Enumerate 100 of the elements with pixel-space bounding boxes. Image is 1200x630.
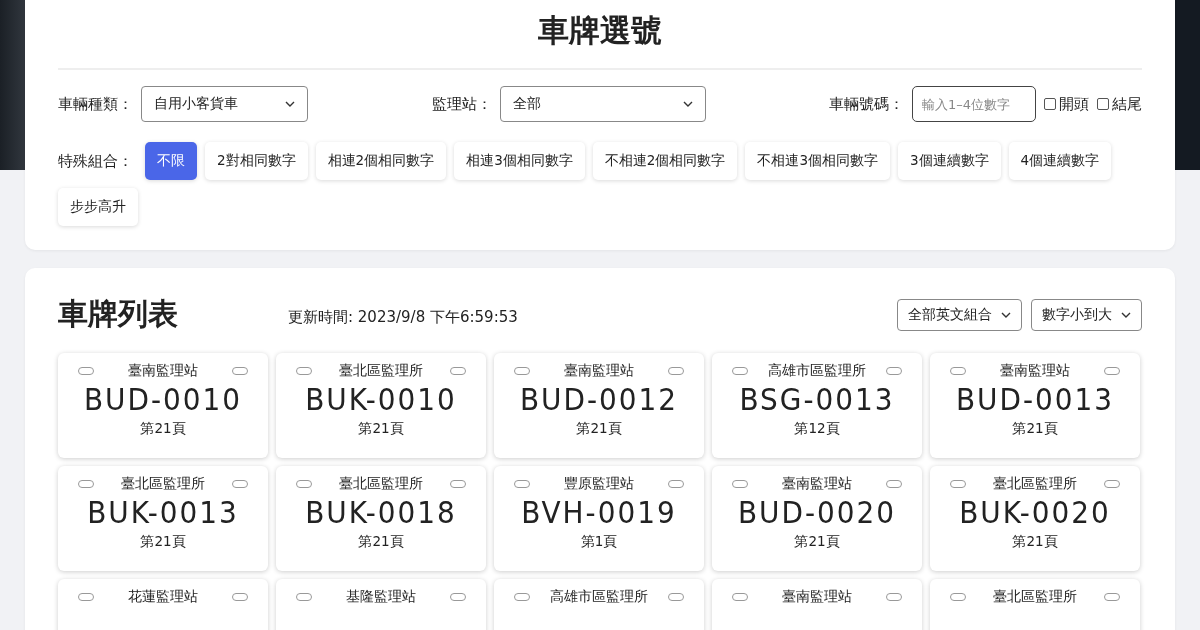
plate-hole-icon (1104, 367, 1120, 375)
station-name: 臺南監理站 (128, 362, 198, 380)
plate-hole-icon (296, 480, 312, 488)
station-name: 臺南監理站 (782, 588, 852, 606)
plate-number: BVH-0019 (521, 494, 677, 530)
license-plate-card[interactable]: 豐原監理站 BVH-0019 第1頁 (494, 466, 704, 571)
combo-option-button[interactable]: 步步高升 (58, 188, 138, 226)
license-plate-card[interactable]: 臺北區監理所 BUK-0020 第21頁 (930, 466, 1140, 571)
page-title: 車牌選號 (58, 6, 1142, 70)
plate-hole-icon (450, 593, 466, 601)
plate-number: BUD-0013 (955, 381, 1115, 417)
station-name: 臺北區監理所 (339, 362, 423, 380)
plate-number: BUK-0013 (87, 494, 239, 530)
checkbox-label: 開頭 (1059, 94, 1089, 114)
plate-hole-icon (1104, 593, 1120, 601)
combo-option-button[interactable]: 不限 (145, 142, 197, 180)
plate-hole-icon (732, 480, 748, 488)
plate-hole-icon (886, 593, 902, 601)
combo-option-button[interactable]: 不相連2個相同數字 (592, 142, 738, 180)
chevron-down-icon (682, 101, 693, 107)
plate-hole-icon (950, 593, 966, 601)
combo-option-button[interactable]: 3個連續數字 (897, 142, 1001, 180)
field-label: 車輛號碼： (829, 94, 904, 114)
combo-option-button[interactable]: 2對相同數字 (205, 142, 308, 180)
plate-hole-icon (732, 593, 748, 601)
station-name: 高雄市區監理所 (550, 588, 648, 606)
station-name: 豐原監理站 (564, 475, 634, 493)
license-plate-card[interactable]: 臺南監理站 BUD-0013 第21頁 (930, 353, 1140, 458)
license-plate-card[interactable]: 高雄市區監理所 BSG-0013 第12頁 (712, 353, 922, 458)
station-name: 高雄市區監理所 (768, 362, 866, 380)
plate-hole-icon (886, 367, 902, 375)
chevron-down-icon (285, 101, 295, 107)
plate-hole-icon (514, 480, 530, 488)
page-number: 第21頁 (358, 533, 404, 551)
checkbox[interactable] (1097, 98, 1109, 110)
plate-number: BUD-0020 (737, 494, 897, 530)
plate-hole-icon (668, 480, 684, 488)
vehicle-type-dropdown[interactable]: 自用小客貨車 (141, 86, 308, 122)
plate-hole-icon (1104, 480, 1120, 488)
license-plate-card[interactable]: 基隆監理站 (276, 579, 486, 630)
station-name: 臺南監理站 (782, 475, 852, 493)
plate-number: BUD-0012 (519, 381, 679, 417)
chevron-down-icon (1121, 311, 1131, 318)
station-name: 臺南監理站 (1000, 362, 1070, 380)
license-plate-card[interactable]: 臺南監理站 BUD-0020 第21頁 (712, 466, 922, 571)
page-number: 第21頁 (1012, 420, 1058, 438)
page-number: 第21頁 (358, 420, 404, 438)
page-number: 第21頁 (794, 533, 840, 551)
station-name: 臺北區監理所 (121, 475, 205, 493)
station-name: 臺北區監理所 (339, 475, 423, 493)
plate-hole-icon (232, 593, 248, 601)
plate-hole-icon (232, 367, 248, 375)
page-number: 第21頁 (140, 420, 186, 438)
license-plate-card[interactable]: 臺北區監理所 (930, 579, 1140, 630)
license-plate-card[interactable]: 高雄市區監理所 (494, 579, 704, 630)
plate-hole-icon (78, 593, 94, 601)
station-name: 臺北區監理所 (993, 588, 1077, 606)
plate-hole-icon (78, 367, 94, 375)
license-plate-card[interactable]: 臺南監理站 (712, 579, 922, 630)
combo-option-button[interactable]: 相連2個相同數字 (315, 142, 447, 180)
license-plate-card[interactable]: 臺北區監理所 BUK-0013 第21頁 (58, 466, 268, 571)
plate-hole-icon (450, 367, 466, 375)
combo-option-button[interactable]: 相連3個相同數字 (454, 142, 585, 180)
plate-hole-icon (232, 480, 248, 488)
sort-dropdown[interactable]: 數字小到大 (1031, 298, 1142, 331)
plate-number: BUK-0020 (959, 494, 1111, 530)
letter-filter-dropdown[interactable]: 全部英文組合 (897, 298, 1022, 331)
station-name: 花蓮監理站 (128, 588, 198, 606)
update-time: 更新時間: 2023/9/8 下午6:59:53 (288, 307, 519, 327)
license-plate-card[interactable]: 臺南監理站 BUD-0012 第21頁 (494, 353, 704, 458)
license-plate-card[interactable]: 臺北區監理所 BUK-0010 第21頁 (276, 353, 486, 458)
plate-hole-icon (668, 593, 684, 601)
plate-hole-icon (514, 367, 530, 375)
plate-hole-icon (78, 480, 94, 488)
plate-hole-icon (950, 367, 966, 375)
station-dropdown[interactable]: 全部 (499, 86, 706, 122)
field-label: 監理站： (431, 94, 492, 114)
field-label: 特殊組合： (58, 151, 133, 171)
license-plate-card[interactable]: 臺北區監理所 BUK-0018 第21頁 (276, 466, 486, 571)
field-label: 車輛種類： (58, 94, 133, 114)
page-number: 第21頁 (576, 420, 622, 438)
plate-hole-icon (514, 593, 530, 601)
checkbox[interactable] (1044, 98, 1056, 110)
plate-hole-icon (950, 480, 966, 488)
plate-hole-icon (732, 367, 748, 375)
checkbox-label: 結尾 (1112, 94, 1142, 114)
plate-number: BSG-0013 (739, 381, 895, 417)
station-name: 臺南監理站 (564, 362, 634, 380)
combo-option-button[interactable]: 4個連續數字 (1008, 142, 1112, 180)
page-number: 第12頁 (794, 420, 840, 438)
license-plate-card[interactable]: 花蓮監理站 (58, 579, 268, 630)
chevron-down-icon (1001, 311, 1011, 318)
number-input[interactable]: 輸入1–4位數字 (912, 86, 1036, 122)
section-title: 車牌列表 (58, 295, 179, 333)
page-number: 第1頁 (580, 533, 618, 551)
combo-option-button[interactable]: 不相連3個相同數字 (745, 142, 890, 180)
station-name: 臺北區監理所 (993, 475, 1077, 493)
license-plate-card[interactable]: 臺南監理站 BUD-0010 第21頁 (58, 353, 268, 458)
plate-hole-icon (886, 480, 902, 488)
plate-number: BUD-0010 (83, 381, 243, 417)
